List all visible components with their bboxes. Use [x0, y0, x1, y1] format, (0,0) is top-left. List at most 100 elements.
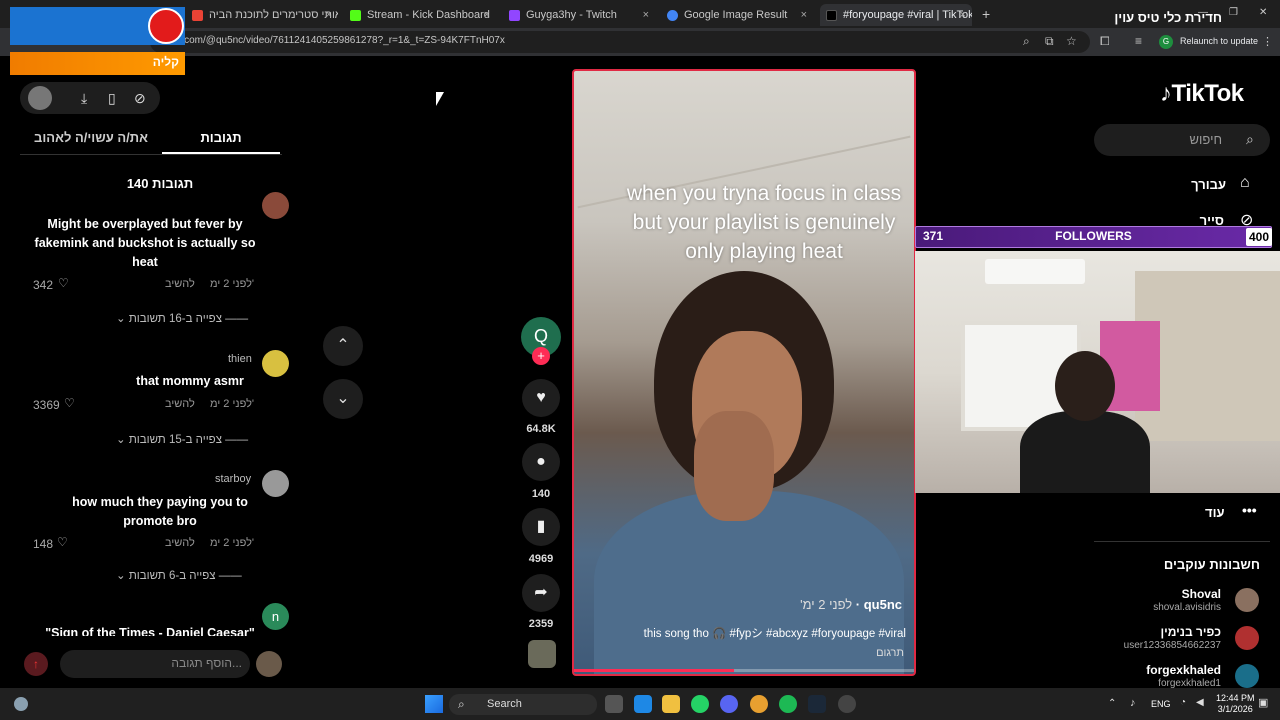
more-link[interactable]: עוד	[1205, 505, 1225, 520]
install-app-icon[interactable]: ⧉	[1045, 34, 1054, 49]
microphone-icon[interactable]: ♪	[1130, 697, 1136, 709]
active-tab-indicator	[162, 152, 280, 154]
obs-icon[interactable]	[838, 695, 856, 713]
close-icon[interactable]: ×	[484, 9, 490, 21]
whatsapp-icon[interactable]	[691, 695, 709, 713]
previous-video-button[interactable]: ⌃	[323, 326, 363, 366]
heart-icon[interactable]: ♡	[57, 535, 68, 549]
comment-text: how much they paying you to promote bro	[72, 495, 248, 528]
browser-tab-google[interactable]: Google Image Result ×	[661, 4, 813, 26]
edge-icon[interactable]	[634, 695, 652, 713]
home-icon[interactable]: ⌂	[1240, 174, 1250, 192]
network-icon[interactable]: ◔	[1180, 697, 1186, 708]
address-bar[interactable]: tiktok.com/@qu5nc/video/7611241405259861…	[150, 31, 1090, 53]
reply-link[interactable]: להשיב	[165, 278, 195, 290]
search-icon[interactable]: ⌕	[1246, 131, 1254, 148]
video-player[interactable]: when you tryna focus in class but your p…	[572, 69, 916, 676]
language-indicator[interactable]: ENG	[1151, 699, 1171, 709]
task-view-icon[interactable]	[605, 695, 623, 713]
likes-count: 64.8K	[526, 423, 556, 435]
google-favicon-icon	[667, 9, 678, 21]
nav-for-you[interactable]: עבורך	[1191, 177, 1226, 192]
avatar[interactable]	[1235, 588, 1259, 612]
share-icon[interactable]: ➦	[522, 574, 560, 612]
video-username[interactable]: qu5nc · לפני 2 ימ'	[800, 597, 902, 612]
notifications-icon[interactable]: ▣	[1258, 696, 1268, 709]
tab-title: Google Image Result	[684, 9, 788, 21]
reply-link[interactable]: להשיב	[165, 537, 195, 549]
comment-icon[interactable]: ●	[522, 443, 560, 481]
show-hidden-icons[interactable]: ⌃	[1108, 698, 1116, 709]
extensions-icon[interactable]: ⧠	[1100, 34, 1110, 49]
spotify-icon[interactable]	[779, 695, 797, 713]
browser-tab-twitch[interactable]: Guyga3hy - Twitch ×	[503, 4, 655, 26]
avatar[interactable]	[262, 192, 289, 219]
taskbar-clock[interactable]: 12:44 PM 3/1/2026	[1216, 693, 1255, 715]
send-button[interactable]: ↑	[24, 652, 48, 676]
taskbar-search[interactable]: Search	[449, 694, 597, 715]
view-replies[interactable]: ⌄ צפייה ב-6 תשובות ——	[116, 568, 242, 582]
avatar[interactable]	[1235, 664, 1259, 688]
tab-title: Stream - Kick Dashboard	[367, 9, 490, 21]
steam-icon[interactable]	[808, 695, 826, 713]
comment-likes: 3369	[33, 398, 60, 412]
reply-link[interactable]: להשיב	[165, 398, 195, 410]
close-icon[interactable]: ×	[326, 9, 332, 21]
alert-text: קליה	[152, 55, 179, 69]
tab-title: #foryoupage #viral | TikTok	[843, 9, 972, 21]
relaunch-button[interactable]: Relaunch to update	[1180, 33, 1264, 51]
phone-icon[interactable]: ▯	[108, 90, 116, 107]
chrome-icon[interactable]	[750, 695, 768, 713]
comment-user[interactable]: thien	[228, 353, 252, 365]
tab-you-may-like[interactable]: את/ה עשוי/ה לאהוב	[20, 130, 162, 145]
close-window-button[interactable]: ✕	[1259, 7, 1267, 18]
new-tab-button[interactable]: +	[982, 6, 990, 22]
close-icon[interactable]: ×	[643, 9, 649, 21]
view-replies-label: צפייה ב-6 תשובות	[128, 570, 216, 582]
bookmark-star-icon[interactable]: ☆	[1066, 34, 1077, 48]
translate-link[interactable]: תרגום	[876, 647, 904, 659]
following-name[interactable]: Shoval	[1182, 587, 1221, 601]
tiktok-logo[interactable]: ♪TikTok	[1160, 80, 1244, 108]
follow-button[interactable]: +	[532, 347, 550, 365]
compass-icon[interactable]: ⊘	[134, 90, 146, 107]
weather-icon[interactable]	[14, 697, 28, 711]
media-control-icon[interactable]: ≡	[1135, 34, 1142, 48]
bookmark-icon[interactable]: ▮	[522, 508, 560, 546]
next-video-button[interactable]: ⌄	[323, 379, 363, 419]
followers-goal: 400	[1246, 228, 1272, 246]
avatar[interactable]	[262, 350, 289, 377]
volume-icon[interactable]: ◀	[1196, 697, 1204, 708]
avatar[interactable]	[1235, 626, 1259, 650]
avatar[interactable]	[28, 86, 52, 110]
profile-avatar[interactable]: G	[1159, 35, 1173, 49]
file-explorer-icon[interactable]	[662, 695, 680, 713]
avatar[interactable]: n	[262, 603, 289, 630]
browser-tab-kick[interactable]: Stream - Kick Dashboard ×	[344, 4, 496, 26]
comment-input[interactable]: הוסף תגובה...	[60, 650, 250, 678]
avatar[interactable]	[262, 470, 289, 497]
heart-icon[interactable]: ♡	[64, 396, 75, 410]
comment-user[interactable]: starboy	[215, 473, 251, 485]
discord-icon[interactable]	[720, 695, 738, 713]
browser-tab-news[interactable]: הבאותי סטרימרים לתוכנת הביה ×	[186, 4, 338, 26]
view-replies[interactable]: ⌄ צפייה ב-15 תשובות ——	[116, 432, 248, 446]
maximize-button[interactable]: ❐	[1229, 7, 1238, 18]
close-icon[interactable]: ×	[801, 9, 807, 21]
following-name[interactable]: כפיר בנימין	[1160, 625, 1221, 639]
heart-icon[interactable]: ♡	[58, 276, 69, 290]
chrome-menu-icon[interactable]: ⋮	[1262, 35, 1273, 48]
tab-comments[interactable]: תגובות	[162, 130, 280, 145]
view-replies[interactable]: ⌄ צפייה ב-16 תשובות ——	[116, 311, 248, 325]
close-icon[interactable]: ×	[960, 9, 966, 21]
more-dots-icon[interactable]: •••	[1242, 502, 1257, 518]
windows-start-icon[interactable]	[425, 695, 443, 713]
download-icon[interactable]: ⤓	[81, 90, 87, 107]
like-heart-icon[interactable]: ♥	[522, 379, 560, 417]
music-disc-icon[interactable]	[528, 640, 556, 668]
search-input[interactable]	[1094, 124, 1270, 156]
video-username-label[interactable]: qu5nc	[864, 597, 902, 612]
browser-tab-tiktok[interactable]: #foryoupage #viral | TikTok ×	[820, 4, 972, 26]
zoom-icon[interactable]: ⌕	[1023, 34, 1030, 49]
following-name[interactable]: forgexkhaled	[1146, 663, 1221, 677]
